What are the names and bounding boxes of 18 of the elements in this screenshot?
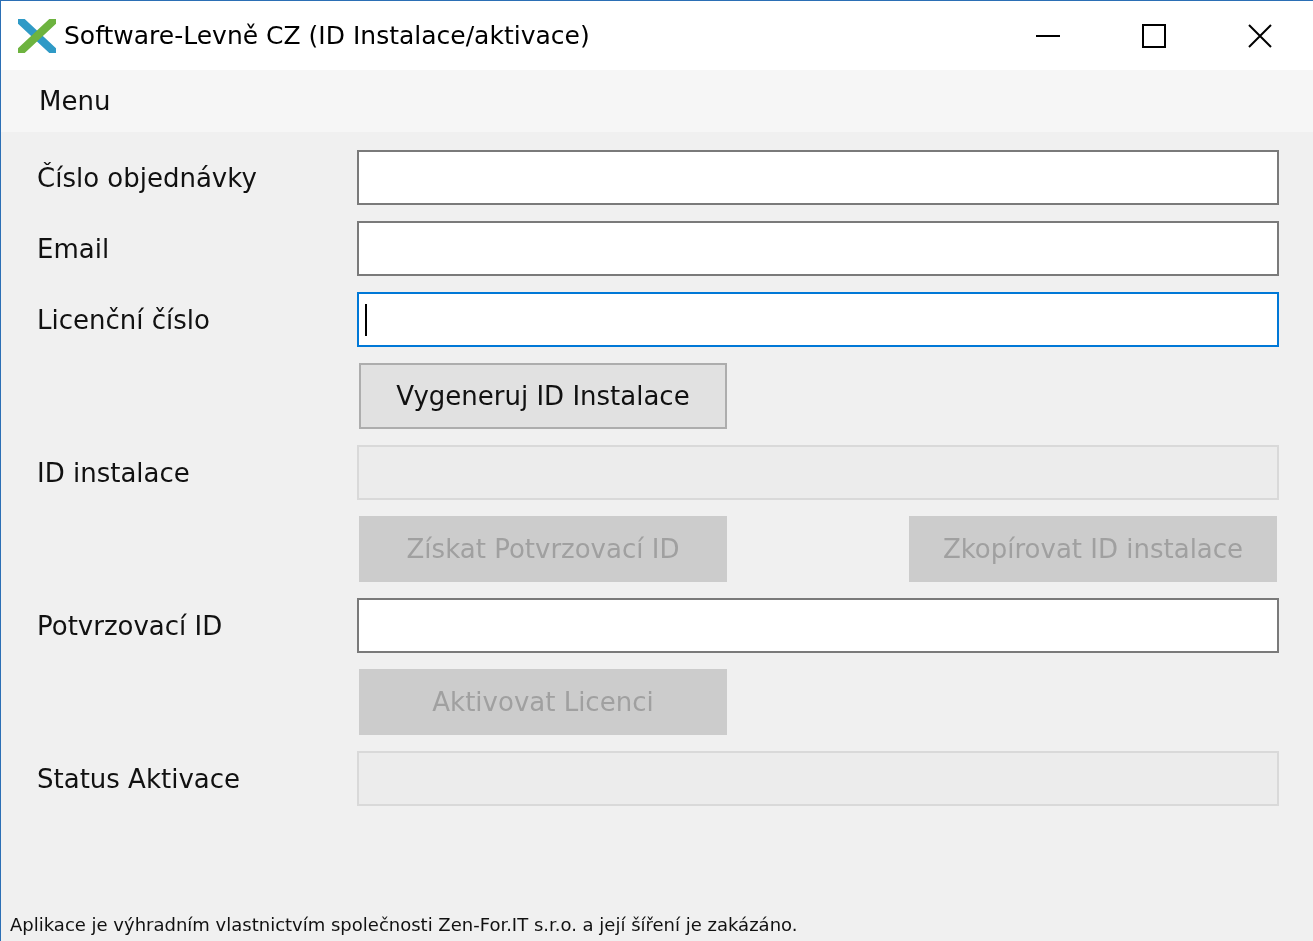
field-label: Číslo objednávky [37, 162, 258, 193]
menu-item[interactable]: Menu [37, 86, 113, 116]
field-label: ID instalace [37, 457, 191, 488]
input-field[interactable] [357, 598, 1279, 653]
field-label: Email [37, 233, 111, 264]
footer-notice: Aplikace je výhradním vlastnictvím společnosti Zen-For.IT s.r.o. a její šíření je zakázáno. [9, 914, 799, 937]
field-label: Licenční číslo [37, 304, 211, 335]
input-field[interactable] [357, 221, 1279, 276]
close-icon[interactable] [1247, 22, 1273, 49]
text-cursor [365, 303, 367, 336]
field-label: Status Aktivace [37, 763, 241, 794]
input-field[interactable] [357, 292, 1279, 347]
input-field[interactable] [357, 150, 1279, 205]
maximize-icon[interactable] [1141, 22, 1167, 49]
action-button[interactable]: Vygeneruj ID Instalace [359, 363, 727, 429]
field-label: Potvrzovací ID [37, 610, 224, 641]
app-logo-icon [18, 18, 56, 53]
window-title: Software-Levně CZ (ID Instalace/aktivace) [64, 21, 591, 50]
